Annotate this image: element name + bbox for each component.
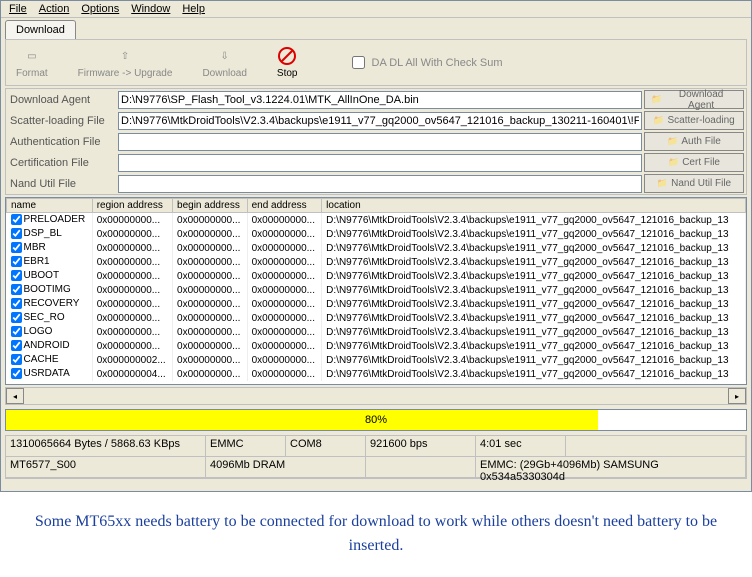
tab-download[interactable]: Download bbox=[5, 20, 76, 39]
row-checkbox[interactable] bbox=[11, 270, 22, 281]
table-row[interactable]: USRDATA0x000000004...0x00000000...0x0000… bbox=[7, 367, 746, 381]
column-header[interactable]: begin address bbox=[173, 199, 248, 213]
status-time: 4:01 sec bbox=[476, 436, 566, 457]
app-window: File Action Options Window Help Download… bbox=[0, 0, 752, 492]
status-empty bbox=[566, 436, 746, 457]
stop-button[interactable]: Stop bbox=[277, 46, 298, 79]
status-emmc: EMMC: (29Gb+4096Mb) SAMSUNG 0x534a533030… bbox=[476, 457, 746, 478]
progress-text: 80% bbox=[365, 414, 387, 426]
status-chip: MT6577_S00 bbox=[6, 457, 206, 478]
h-scrollbar[interactable]: ◂ ▸ bbox=[5, 387, 747, 405]
status-port: COM8 bbox=[286, 436, 366, 457]
column-header[interactable]: region address bbox=[92, 199, 172, 213]
table-row[interactable]: ANDROID0x00000000...0x00000000...0x00000… bbox=[7, 339, 746, 353]
da-input[interactable] bbox=[118, 91, 642, 109]
checksum-input[interactable] bbox=[352, 56, 365, 69]
column-header[interactable]: name bbox=[7, 199, 93, 213]
menu-action[interactable]: Action bbox=[39, 3, 70, 15]
row-checkbox[interactable] bbox=[11, 242, 22, 253]
row-checkbox[interactable] bbox=[11, 284, 22, 295]
status-storage: EMMC bbox=[206, 436, 286, 457]
file-block: Download Agent Download Agent Scatter-lo… bbox=[5, 88, 747, 195]
menu-file[interactable]: File bbox=[9, 3, 27, 15]
scatter-input[interactable] bbox=[118, 112, 642, 130]
toolbar: ▭ Format ⇧ Firmware -> Upgrade ⇩ Downloa… bbox=[5, 39, 747, 86]
upgrade-icon: ⇧ bbox=[115, 46, 135, 66]
download-button[interactable]: ⇩ Download bbox=[202, 46, 246, 79]
row-checkbox[interactable] bbox=[11, 340, 22, 351]
table-row[interactable]: UBOOT0x00000000...0x00000000...0x0000000… bbox=[7, 269, 746, 283]
auth-input[interactable] bbox=[118, 133, 642, 151]
nand-label: Nand Util File bbox=[6, 178, 118, 190]
table-row[interactable]: MBR0x00000000...0x00000000...0x00000000.… bbox=[7, 241, 746, 255]
da-browse-button[interactable]: Download Agent bbox=[644, 90, 744, 109]
row-checkbox[interactable] bbox=[11, 228, 22, 239]
row-download-agent: Download Agent Download Agent bbox=[6, 89, 746, 110]
firmware-label: Firmware -> Upgrade bbox=[78, 68, 173, 79]
table-row[interactable]: EBR10x00000000...0x00000000...0x00000000… bbox=[7, 255, 746, 269]
scroll-right-icon[interactable]: ▸ bbox=[728, 388, 746, 404]
table-row[interactable]: SEC_RO0x00000000...0x00000000...0x000000… bbox=[7, 311, 746, 325]
nand-input[interactable] bbox=[118, 175, 642, 193]
cert-input[interactable] bbox=[118, 154, 642, 172]
da-label: Download Agent bbox=[6, 94, 118, 106]
scroll-left-icon[interactable]: ◂ bbox=[6, 388, 24, 404]
format-button[interactable]: ▭ Format bbox=[16, 46, 48, 79]
menu-window[interactable]: Window bbox=[131, 3, 170, 15]
row-checkbox[interactable] bbox=[11, 312, 22, 323]
tab-row: Download bbox=[1, 18, 751, 39]
column-header[interactable]: location bbox=[322, 199, 746, 213]
auth-label: Authentication File bbox=[6, 136, 118, 148]
status-baud: 921600 bps bbox=[366, 436, 476, 457]
status-ram: 4096Mb DRAM bbox=[206, 457, 366, 478]
cert-browse-button[interactable]: Cert File bbox=[644, 153, 744, 172]
table-row[interactable]: BOOTIMG0x00000000...0x00000000...0x00000… bbox=[7, 283, 746, 297]
checksum-label: DA DL All With Check Sum bbox=[372, 57, 503, 69]
menubar: File Action Options Window Help bbox=[1, 1, 751, 18]
table-row[interactable]: LOGO0x00000000...0x00000000...0x00000000… bbox=[7, 325, 746, 339]
auth-browse-button[interactable]: Auth File bbox=[644, 132, 744, 151]
scatter-label: Scatter-loading File bbox=[6, 115, 118, 127]
firmware-upgrade-button[interactable]: ⇧ Firmware -> Upgrade bbox=[78, 46, 173, 79]
menu-help[interactable]: Help bbox=[182, 3, 205, 15]
table-row[interactable]: CACHE0x000000002...0x00000000...0x000000… bbox=[7, 353, 746, 367]
nand-browse-button[interactable]: Nand Util File bbox=[644, 174, 744, 193]
menu-options[interactable]: Options bbox=[81, 3, 119, 15]
format-icon: ▭ bbox=[22, 46, 42, 66]
format-label: Format bbox=[16, 68, 48, 79]
row-checkbox[interactable] bbox=[11, 256, 22, 267]
caption-text: Some MT65xx needs battery to be connecte… bbox=[0, 492, 752, 562]
row-checkbox[interactable] bbox=[11, 354, 22, 365]
progress-fill bbox=[6, 410, 598, 430]
stop-label: Stop bbox=[277, 68, 298, 79]
stop-icon bbox=[277, 46, 297, 66]
scatter-browse-button[interactable]: Scatter-loading bbox=[644, 111, 744, 130]
row-checkbox[interactable] bbox=[11, 214, 22, 225]
partition-list[interactable]: nameregion addressbegin addressend addre… bbox=[5, 197, 747, 385]
row-checkbox[interactable] bbox=[11, 326, 22, 337]
row-checkbox[interactable] bbox=[11, 368, 22, 379]
table-row[interactable]: RECOVERY0x00000000...0x00000000...0x0000… bbox=[7, 297, 746, 311]
status-bytes: 1310065664 Bytes / 5868.63 KBps bbox=[6, 436, 206, 457]
status-grid: 1310065664 Bytes / 5868.63 KBps EMMC COM… bbox=[5, 435, 747, 479]
column-header[interactable]: end address bbox=[247, 199, 322, 213]
row-scatter: Scatter-loading File Scatter-loading bbox=[6, 110, 746, 131]
table-row[interactable]: PRELOADER0x00000000...0x00000000...0x000… bbox=[7, 213, 746, 228]
download-label: Download bbox=[202, 68, 246, 79]
row-nand: Nand Util File Nand Util File bbox=[6, 173, 746, 194]
partition-table: nameregion addressbegin addressend addre… bbox=[6, 198, 746, 381]
download-icon: ⇩ bbox=[215, 46, 235, 66]
row-checkbox[interactable] bbox=[11, 298, 22, 309]
row-auth: Authentication File Auth File bbox=[6, 131, 746, 152]
checksum-checkbox[interactable]: DA DL All With Check Sum bbox=[348, 53, 503, 72]
table-row[interactable]: DSP_BL0x00000000...0x00000000...0x000000… bbox=[7, 227, 746, 241]
progress-bar: 80% bbox=[5, 409, 747, 431]
status-empty2 bbox=[366, 457, 476, 478]
row-cert: Certification File Cert File bbox=[6, 152, 746, 173]
cert-label: Certification File bbox=[6, 157, 118, 169]
